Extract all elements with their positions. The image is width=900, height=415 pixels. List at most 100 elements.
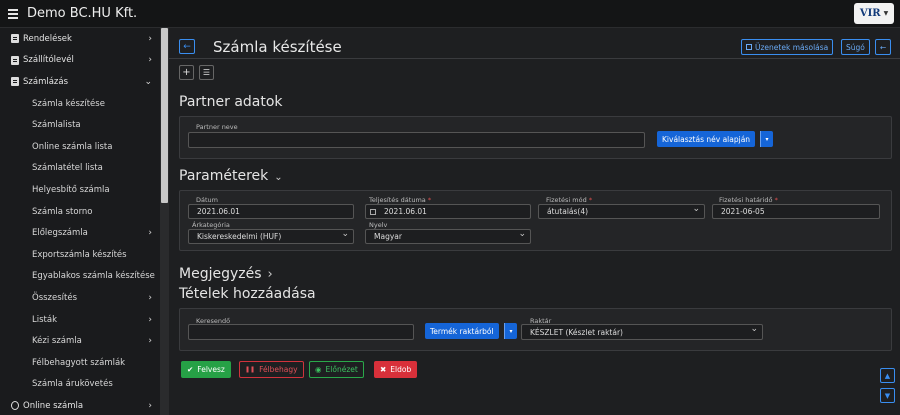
search-input[interactable] <box>188 324 414 340</box>
save-button[interactable]: ✔ Felvesz <box>181 361 231 378</box>
sidebar-item-label: Rendelések <box>23 33 72 44</box>
select-by-name-button[interactable]: Kiválasztás név alapján <box>657 131 756 147</box>
sidebar-item[interactable]: Számlalista <box>0 114 160 136</box>
sidebar-item-label: Online számla lista <box>32 141 113 152</box>
select-dropdown-caret[interactable]: ▾ <box>760 131 773 147</box>
collapse-button[interactable]: ← <box>875 39 891 55</box>
sidebar-item[interactable]: Szállítólevél › <box>0 50 160 72</box>
sidebar-item[interactable]: Számlázás ⌄ <box>0 71 160 93</box>
chevron-right-icon: › <box>148 400 152 411</box>
deadline-label: Fizetési határidő * <box>719 196 778 204</box>
required-mark: * <box>774 196 778 204</box>
scrollbar-thumb[interactable] <box>161 28 168 203</box>
chevron-right-icon: › <box>148 228 152 239</box>
sidebar-item[interactable]: Összesítés › <box>0 287 160 309</box>
chevron-down-icon: ⌄ <box>274 172 283 183</box>
check-icon: ✔ <box>187 365 194 374</box>
page-title: Számla készítése <box>213 38 342 56</box>
partner-name-label: Partner neve <box>196 123 238 131</box>
chevron-right-icon: › <box>267 267 273 282</box>
pause-button[interactable]: ❚❚ Félbehagy <box>239 361 304 378</box>
partner-section-title: Partner adatok <box>179 94 283 110</box>
sidebar-item[interactable]: Számla árukövetés <box>0 374 160 396</box>
sidebar-item[interactable]: Kézi számla › <box>0 330 160 352</box>
deadline-label-text: Fizetési határidő <box>719 196 773 204</box>
copy-messages-button[interactable]: Üzenetek másolása <box>741 39 834 55</box>
sidebar-item-label: Számla árukövetés <box>32 379 113 390</box>
language-label: Nyelv <box>369 221 388 229</box>
sidebar-item[interactable]: Számlatétel lista <box>0 158 160 180</box>
partner-panel: Partner neve Kiválasztás név alapján ▾ <box>179 116 892 159</box>
product-from-stock-button[interactable]: Termék raktárból <box>425 323 499 339</box>
payment-label: Fizetési mód * <box>546 196 592 204</box>
sidebar-item[interactable]: Helyesbítő számla <box>0 179 160 201</box>
list-icon[interactable]: ☰ <box>199 65 214 80</box>
calendar-icon[interactable] <box>370 208 376 215</box>
sidebar-item-label: Exportszámla készítés <box>32 249 127 260</box>
date-label: Dátum <box>196 196 218 204</box>
document-icon <box>11 77 19 87</box>
preview-label: Előnézet <box>325 365 358 374</box>
items-panel: Keresendő Termék raktárból ▾ Raktár KÉSZ… <box>179 308 892 351</box>
params-title-text: Paraméterek <box>179 168 269 184</box>
discard-button[interactable]: ✖ Eldob <box>374 361 418 378</box>
sidebar-item[interactable]: Exportszámla készítés <box>0 244 160 266</box>
sidebar-item[interactable]: Félbehagyott számlák <box>0 352 160 374</box>
sidebar-item-label: Számlalista <box>32 120 81 131</box>
save-label: Felvesz <box>197 365 225 374</box>
sidebar-item[interactable]: Előlegszámla › <box>0 222 160 244</box>
chevron-right-icon: › <box>148 292 152 303</box>
required-mark: * <box>427 196 432 204</box>
stock-dropdown-caret[interactable]: ▾ <box>504 323 517 339</box>
page-header: ← Számla készítése Üzenetek másolása Súg… <box>169 28 900 59</box>
sidebar-item-label: Szállítólevél <box>23 55 74 66</box>
sidebar-item-active[interactable]: Számla készítése <box>0 93 160 115</box>
date-field[interactable]: 2021.06.01 <box>188 204 354 219</box>
warehouse-select[interactable]: KÉSZLET (Készlet raktár) <box>521 324 763 340</box>
pause-icon: ❚❚ <box>245 366 256 373</box>
language-select[interactable]: Magyar <box>365 229 531 244</box>
params-section-title[interactable]: Paraméterek ⌄ <box>179 168 283 184</box>
price-category-select[interactable]: Kiskereskedelmi (HUF) <box>188 229 354 244</box>
preview-button[interactable]: ◉ Előnézet <box>309 361 364 378</box>
sidebar-item-label: Listák <box>32 314 57 325</box>
chevron-down-icon: ▼ <box>883 10 889 17</box>
sidebar-item-label: Helyesbítő számla <box>32 184 110 195</box>
sidebar-item[interactable]: Listák › <box>0 309 160 331</box>
payment-method-select[interactable]: átutalás(4) <box>538 204 705 219</box>
scroll-down-button[interactable]: ▼ <box>880 388 895 403</box>
notes-title-text: Megjegyzés <box>179 266 262 282</box>
partner-name-input[interactable] <box>188 132 645 148</box>
chevron-right-icon: › <box>148 314 152 325</box>
notes-section-title[interactable]: Megjegyzés › <box>179 266 273 282</box>
sidebar-item[interactable]: Online számla › <box>0 395 160 415</box>
pause-label: Félbehagy <box>259 365 298 374</box>
company-logo[interactable]: VIR ▼ <box>854 3 894 24</box>
sidebar: Rendelések › Szállítólevél › Számlázás ⌄ Száml… <box>0 28 160 415</box>
close-icon: ✖ <box>380 365 387 374</box>
chevron-down-icon: ⌄ <box>144 76 152 87</box>
menu-icon[interactable] <box>8 8 18 19</box>
fulfil-date-value: 2021.06.01 <box>384 207 427 216</box>
add-icon[interactable]: + <box>179 65 194 80</box>
sidebar-item[interactable]: Számla storno <box>0 201 160 223</box>
top-bar: Demo BC.HU Kft. VIR ▼ <box>0 0 900 28</box>
sidebar-item-label: Számla készítése <box>32 98 105 109</box>
sidebar-item[interactable]: Egyablakos számla készítése <box>0 266 160 288</box>
sidebar-item-label: Félbehagyott számlák <box>32 357 126 368</box>
price-category-label: Árkategória <box>192 221 230 229</box>
fulfil-date-field[interactable]: 2021.06.01 <box>365 204 531 219</box>
logo-text: VIR <box>859 8 881 19</box>
help-button[interactable]: Súgó <box>841 39 870 55</box>
deadline-field[interactable]: 2021-06-05 <box>712 204 880 219</box>
sidebar-item-label: Számlázás <box>23 76 69 87</box>
main-content: ← Számla készítése Üzenetek másolása Súg… <box>169 28 900 415</box>
scroll-up-button[interactable]: ▲ <box>880 368 895 383</box>
back-button[interactable]: ← <box>179 39 195 54</box>
document-icon <box>11 34 19 44</box>
chevron-right-icon: › <box>148 336 152 347</box>
sidebar-scrollbar[interactable] <box>160 28 169 415</box>
sidebar-item[interactable]: Rendelések › <box>0 28 160 50</box>
sidebar-item-label: Kézi számla <box>32 336 82 347</box>
sidebar-item[interactable]: Online számla lista <box>0 136 160 158</box>
